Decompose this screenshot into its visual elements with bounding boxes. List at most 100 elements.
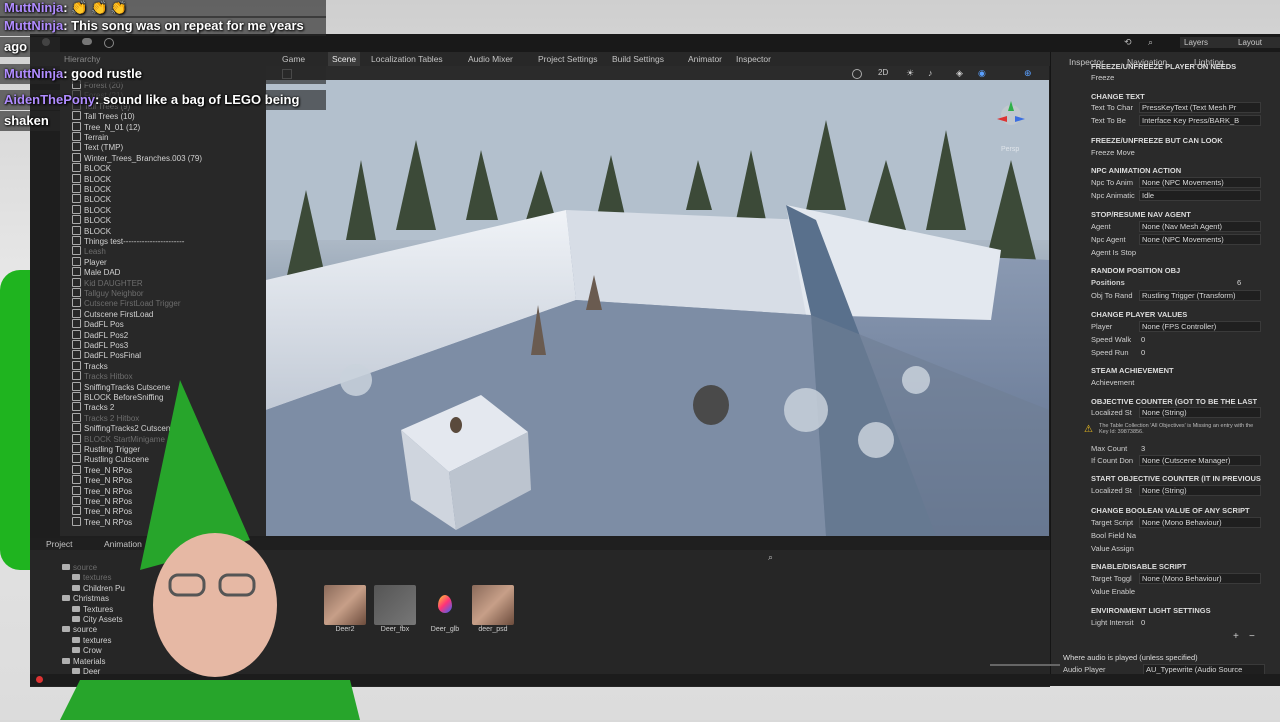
objective-counter-header: OBJECTIVE COUNTER (GOT TO BE THE LAST	[1091, 397, 1258, 406]
npc-to-anim-field[interactable]: None (NPC Movements)	[1139, 177, 1261, 188]
tab-scene[interactable]: Scene	[328, 52, 361, 66]
asset-thumbnail[interactable]	[324, 585, 366, 625]
zoom-slider[interactable]	[990, 664, 1060, 666]
light-intensity-field[interactable]: 0	[1139, 618, 1181, 627]
random-position-header: RANDOM POSITION OBJ	[1091, 266, 1181, 275]
search-icon[interactable]: ⌕	[1148, 37, 1153, 48]
hierarchy-item[interactable]: DadFL Pos	[72, 319, 124, 329]
npc-to-anim-label: Npc To Anim	[1091, 178, 1133, 187]
hierarchy-item[interactable]: BLOCK	[72, 215, 111, 225]
localized-field[interactable]: None (String)	[1139, 407, 1261, 418]
asset-thumbnail[interactable]	[424, 585, 466, 625]
hierarchy-item[interactable]: Things test-----------------------	[72, 236, 184, 246]
gameobject-icon	[72, 360, 81, 370]
hierarchy-item[interactable]: Cutscene FirstLoad	[72, 308, 153, 319]
agent-field[interactable]: None (Nav Mesh Agent)	[1139, 221, 1261, 232]
hierarchy-item[interactable]: Male DAD	[72, 267, 120, 277]
mode-2d-toggle[interactable]: 2D	[878, 68, 888, 77]
hierarchy-item[interactable]: Winter_Trees_Branches.003 (79)	[72, 152, 202, 163]
hierarchy-item[interactable]: BLOCK	[72, 194, 111, 204]
hierarchy-item[interactable]: BLOCK	[72, 163, 111, 173]
add-list-item-button[interactable]: +	[1233, 631, 1239, 642]
hierarchy-item-label: BLOCK	[84, 174, 112, 184]
project-search-icon[interactable]: ⌕	[768, 552, 773, 563]
layers-dropdown[interactable]: Layers	[1180, 37, 1234, 48]
chat-message: ago	[4, 39, 27, 54]
localized-field-2[interactable]: None (String)	[1139, 485, 1261, 496]
agent-label: Agent	[1091, 222, 1111, 231]
hierarchy-item[interactable]: BLOCK	[72, 225, 111, 236]
localized-label: Localized St	[1091, 408, 1132, 417]
hierarchy-item[interactable]: DadFL Pos3	[72, 340, 128, 350]
chat-username: MuttNinja	[4, 66, 64, 81]
gizmos-dropdown-icon[interactable]: ⊕	[1024, 68, 1032, 79]
hierarchy-item[interactable]: BLOCK	[72, 173, 112, 184]
hierarchy-item[interactable]: Cutscene FirstLoad Trigger	[72, 298, 181, 308]
chat-username: AidenThePony	[4, 92, 96, 107]
hierarchy-item[interactable]: Leash	[72, 246, 106, 256]
stop-nav-header: STOP/RESUME NAV AGENT	[1091, 210, 1191, 219]
hierarchy-item-label: Kid DAUGHTER	[84, 278, 143, 288]
hierarchy-item[interactable]: Text (TMP)	[72, 142, 123, 152]
text-to-change-field[interactable]: PressKeyText (Text Mesh Pr	[1139, 102, 1261, 113]
speed-run-field[interactable]: 0	[1139, 348, 1181, 357]
tab-project-settings[interactable]: Project Settings	[538, 52, 598, 66]
hierarchy-item[interactable]: BLOCK	[72, 204, 112, 215]
target-toggle-field[interactable]: None (Mono Behaviour)	[1139, 573, 1261, 584]
visibility-toggle-icon[interactable]: ◉	[978, 68, 986, 79]
obj-to-rand-field[interactable]: Rustling Trigger (Transform)	[1139, 290, 1261, 301]
speed-run-label: Speed Run	[1091, 348, 1129, 357]
hierarchy-item[interactable]: Tracks	[72, 360, 108, 371]
hierarchy-item[interactable]: DadFL PosFinal	[72, 350, 141, 360]
hierarchy-item[interactable]: BLOCK	[72, 184, 111, 194]
text-to-change-label: Text To Char	[1091, 103, 1133, 112]
audio-player-label: Audio Player	[1063, 665, 1106, 674]
text-to-be-label: Text To Be	[1091, 116, 1126, 125]
scene-render: Persp	[266, 80, 1049, 536]
scene-viewport[interactable]: Persp	[266, 80, 1049, 536]
hierarchy-item-label: Tracks	[84, 361, 108, 371]
tab-animator[interactable]: Animator	[688, 52, 722, 66]
tab-build-settings[interactable]: Build Settings	[612, 52, 664, 66]
npc-animation-dropdown[interactable]: Idle	[1139, 190, 1261, 201]
history-icon[interactable]: ⟲	[1124, 37, 1132, 48]
hierarchy-item-label: Winter_Trees_Branches.003 (79)	[84, 153, 202, 163]
gameobject-icon	[72, 298, 81, 308]
if-count-field[interactable]: None (Cutscene Manager)	[1139, 455, 1261, 466]
tab-inspector-center[interactable]: Inspector	[736, 52, 771, 66]
freeze-move-label: Freeze Move	[1091, 148, 1135, 157]
hierarchy-item[interactable]: Kid DAUGHTER	[72, 277, 143, 288]
effects-toggle-icon[interactable]: ◈	[956, 68, 963, 79]
positions-count[interactable]: 6	[1235, 278, 1277, 287]
freeze-look-header: FREEZE/UNFREEZE BUT CAN LOOK	[1091, 136, 1223, 145]
positions-label[interactable]: Positions	[1091, 278, 1139, 287]
hierarchy-item[interactable]: Player	[72, 256, 107, 267]
layout-dropdown[interactable]: Layout	[1234, 37, 1280, 48]
tab-localization-tables[interactable]: Localization Tables	[371, 52, 443, 66]
hierarchy-item[interactable]: Tallguy Neighbor	[72, 288, 144, 298]
asset-label: deer_psd	[478, 626, 508, 633]
text-to-be-field[interactable]: Interface Key Press/BARK_B	[1139, 115, 1261, 126]
target-script-field[interactable]: None (Mono Behaviour)	[1139, 517, 1261, 528]
hierarchy-item-label: Leash	[84, 247, 106, 257]
lighting-toggle-icon[interactable]: ☀	[906, 68, 914, 79]
hierarchy-item-label: DadFL Pos3	[84, 341, 129, 350]
max-count-field[interactable]: 3	[1139, 444, 1181, 453]
max-count-label: Max Count	[1091, 444, 1128, 453]
streamer-webcam	[60, 380, 360, 720]
player-field[interactable]: None (FPS Controller)	[1139, 321, 1261, 332]
environment-light-header: ENVIRONMENT LIGHT SETTINGS	[1091, 606, 1211, 615]
npc-agent-label: Npc Agent	[1091, 235, 1126, 244]
chat-message: MuttNinja: 👏 👏 👏	[4, 0, 127, 16]
npc-agent-field[interactable]: None (NPC Movements)	[1139, 234, 1261, 245]
gameobject-icon	[72, 288, 81, 297]
audio-toggle-icon[interactable]: ♪	[928, 68, 933, 78]
gizmo-icon[interactable]	[852, 69, 862, 79]
hierarchy-item[interactable]: DadFL Pos2	[72, 329, 128, 340]
asset-thumbnail[interactable]	[472, 585, 514, 625]
asset-thumbnail[interactable]	[374, 585, 416, 625]
remove-list-item-button[interactable]: −	[1249, 631, 1255, 642]
tab-audio-mixer[interactable]: Audio Mixer	[468, 52, 513, 66]
hierarchy-item-label: BLOCK	[84, 205, 112, 215]
speed-walk-field[interactable]: 0	[1139, 335, 1181, 344]
